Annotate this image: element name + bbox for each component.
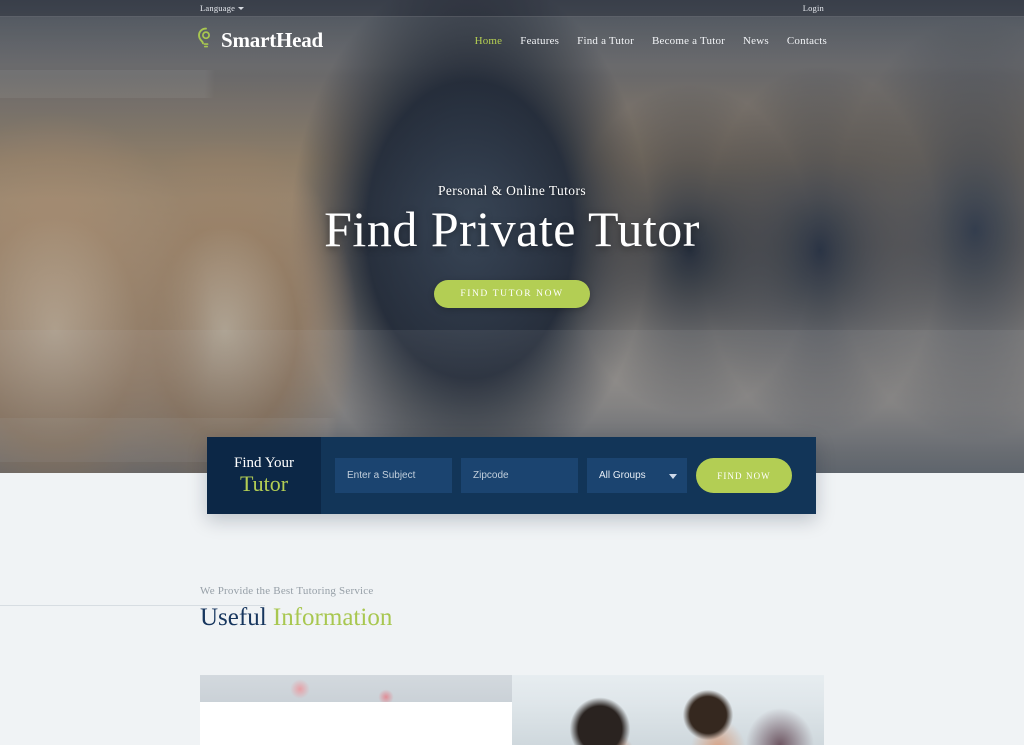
info-card-photo-right[interactable]	[512, 675, 824, 745]
section-title-green: Information	[272, 604, 393, 631]
tutor-search-bar: Find Your Tutor All Groups FIND NOW	[207, 437, 816, 514]
section-heading-block: We Provide the Best Tutoring Service Use…	[200, 585, 840, 633]
brand-name: SmartHead	[221, 28, 324, 52]
hero-copy: Personal & Online Tutors Find Private Tu…	[0, 183, 1024, 308]
group-select-wrapper: All Groups	[587, 458, 687, 493]
section-eyebrow: We Provide the Best Tutoring Service	[200, 585, 374, 597]
hero-section: Language Login SmartHead Home Features F…	[0, 0, 1024, 473]
search-label-line2: Tutor	[239, 471, 289, 497]
nav-item-home[interactable]: Home	[475, 35, 503, 47]
group-select[interactable]: All Groups	[587, 458, 687, 493]
login-link[interactable]: Login	[803, 3, 824, 13]
nav-item-features[interactable]: Features	[520, 35, 559, 47]
nav-item-find-a-tutor[interactable]: Find a Tutor	[577, 35, 634, 47]
site-header: SmartHead Home Features Find a Tutor Bec…	[0, 17, 1024, 64]
brand-logo-link[interactable]: SmartHead	[197, 27, 323, 54]
language-selector[interactable]: Language	[200, 3, 245, 13]
search-bar-label: Find Your Tutor	[207, 437, 321, 514]
subject-input[interactable]	[335, 458, 452, 493]
hero-subtitle: Personal & Online Tutors	[438, 183, 586, 198]
info-cards-strip	[200, 675, 824, 745]
search-fields: All Groups FIND NOW	[321, 437, 816, 514]
nav-item-news[interactable]: News	[743, 35, 769, 47]
section-title-dark: Useful	[200, 604, 267, 631]
info-card-photo-left[interactable]	[200, 675, 512, 745]
nav-item-contacts[interactable]: Contacts	[787, 35, 827, 47]
top-utility-bar: Language Login	[0, 0, 1024, 17]
find-tutor-now-button[interactable]: FIND TUTOR NOW	[434, 280, 590, 308]
nav-item-become-a-tutor[interactable]: Become a Tutor	[652, 35, 725, 47]
zipcode-input[interactable]	[461, 458, 578, 493]
search-label-line1: Find Your	[233, 454, 295, 471]
chevron-down-icon	[238, 6, 245, 10]
hero-title: Find Private Tutor	[324, 201, 700, 257]
find-now-button[interactable]: FIND NOW	[696, 458, 792, 493]
lightbulb-logo-icon	[197, 27, 215, 54]
section-title: Useful Information	[200, 604, 840, 633]
main-navigation: Home Features Find a Tutor Become a Tuto…	[475, 35, 827, 47]
language-label: Language	[200, 3, 236, 13]
